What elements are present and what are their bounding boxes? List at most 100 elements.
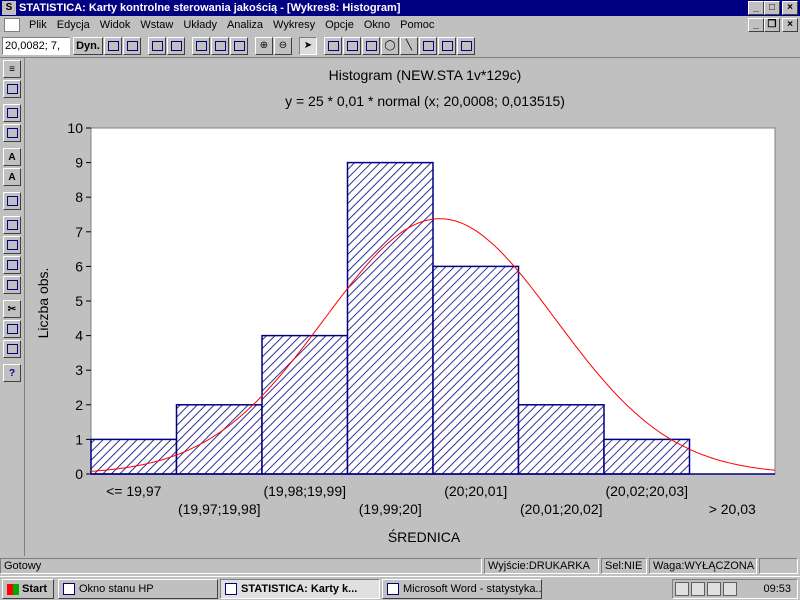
pointer-arrow-icon[interactable]: ➤: [299, 36, 317, 55]
x-tick-label: (20,01;20,02]: [520, 501, 603, 517]
dyn-button[interactable]: Dyn.: [73, 36, 103, 55]
y-axis-label: Liczba obs.: [35, 268, 51, 339]
line-tool-icon[interactable]: ╲: [400, 36, 418, 55]
status-extra: [759, 558, 798, 574]
graph-window-icon[interactable]: [123, 36, 141, 55]
task-statistica[interactable]: STATISTICA: Karty k...: [220, 579, 380, 599]
menu-plik[interactable]: Plik: [24, 17, 52, 33]
graph-properties-icon[interactable]: [3, 192, 21, 210]
object-back-icon[interactable]: [3, 124, 21, 142]
menu-pomoc[interactable]: Pomoc: [395, 17, 439, 33]
statistica-task-icon: [225, 583, 237, 595]
y-tick-label: 10: [67, 120, 83, 136]
histogram-bar[interactable]: [603, 438, 691, 475]
ellipse-icon[interactable]: ◯: [381, 36, 399, 55]
x-axis-label: ŚREDNICA: [388, 528, 461, 545]
doc-close-button[interactable]: ×: [782, 18, 798, 32]
doc-restore-button[interactable]: ❐: [764, 18, 780, 32]
lock-icon[interactable]: [457, 36, 475, 55]
menu-okno[interactable]: Okno: [359, 17, 395, 33]
cut-icon[interactable]: ✂: [3, 300, 21, 318]
object-front-icon[interactable]: [3, 104, 21, 122]
task-label: Okno stanu HP: [79, 583, 154, 595]
bar-chart-icon[interactable]: [324, 36, 342, 55]
chart-title: Histogram (NEW.STA 1v*129c): [329, 67, 522, 83]
menu-edycja[interactable]: Edycja: [52, 17, 95, 33]
menu-analiza[interactable]: Analiza: [222, 17, 268, 33]
toolbar: 20,0082; 7, Dyn. ⊕ ⊖ ➤ ◯ ╲: [0, 34, 800, 58]
copy-icon[interactable]: [3, 320, 21, 338]
freehand-icon[interactable]: [419, 36, 437, 55]
print-preview-icon[interactable]: [3, 276, 21, 294]
grid-icon[interactable]: [230, 36, 248, 55]
left-toolbar: ≡ A A ✂ ?: [0, 58, 25, 556]
title-bar: S STATISTICA: Karty kontrolne sterowania…: [0, 0, 800, 16]
histogram-bar[interactable]: [432, 265, 520, 475]
document-icon[interactable]: [4, 18, 20, 32]
task-label: STATISTICA: Karty k...: [241, 583, 358, 595]
maximize-button[interactable]: □: [764, 1, 780, 15]
y-tick-label: 4: [75, 328, 83, 344]
windows-logo-icon: [7, 583, 19, 595]
window-title: STATISTICA: Karty kontrolne sterowania j…: [19, 2, 401, 14]
zoom-in-icon[interactable]: ⊕: [255, 36, 273, 55]
edit-text-icon[interactable]: [343, 36, 361, 55]
x-tick-label: (19,97;19,98]: [178, 501, 261, 517]
x-tick-label: <= 19,97: [106, 483, 161, 499]
task-okno-stanu-hp[interactable]: Okno stanu HP: [58, 579, 218, 599]
menu-opcje[interactable]: Opcje: [320, 17, 359, 33]
statistica-app-icon[interactable]: S: [2, 1, 16, 15]
tray-printer-icon[interactable]: [675, 582, 689, 596]
tray-network-icon[interactable]: [691, 582, 705, 596]
histogram-bar[interactable]: [175, 404, 263, 475]
y-tick-label: 2: [75, 397, 83, 413]
y-tick-label: 0: [75, 466, 83, 482]
doc-minimize-button[interactable]: _: [748, 18, 764, 32]
select-region-icon[interactable]: [192, 36, 210, 55]
clock: 09:53: [763, 583, 791, 595]
y-tick-label: 9: [75, 155, 83, 171]
word-task-icon: [387, 583, 399, 595]
y-tick-label: 5: [75, 293, 83, 309]
x-tick-label: (20,02;20,03]: [605, 483, 688, 499]
task-microsoft-word[interactable]: Microsoft Word - statystyka...: [382, 579, 542, 599]
graph-layout-icon[interactable]: [104, 36, 122, 55]
font-increase-icon[interactable]: A: [3, 148, 21, 166]
start-button[interactable]: Start: [2, 579, 54, 599]
lines-icon[interactable]: ≡: [3, 60, 21, 78]
zoom-out-icon[interactable]: ⊖: [274, 36, 292, 55]
x-tick-label: > 20,03: [709, 501, 756, 517]
tray-volume-icon[interactable]: [723, 582, 737, 596]
menu-wykresy[interactable]: Wykresy: [268, 17, 320, 33]
rectangle-icon[interactable]: [362, 36, 380, 55]
spreadsheet-icon[interactable]: [148, 36, 166, 55]
chart-subtitle: y = 25 * 0,01 * normal (x; 20,0008; 0,01…: [285, 93, 565, 109]
menu-wstaw[interactable]: Wstaw: [135, 17, 178, 33]
zoom-browse-icon[interactable]: [167, 36, 185, 55]
status-selection: Sel:NIE: [601, 558, 647, 574]
help-icon[interactable]: ?: [3, 364, 21, 382]
brush-icon[interactable]: [438, 36, 456, 55]
y-tick-label: 6: [75, 258, 83, 274]
close-button[interactable]: ×: [782, 1, 798, 15]
save-icon[interactable]: [3, 236, 21, 254]
minimize-button[interactable]: _: [748, 1, 764, 15]
print-icon[interactable]: [3, 256, 21, 274]
menu-uklady[interactable]: Układy: [178, 17, 222, 33]
font-decrease-icon[interactable]: A: [3, 168, 21, 186]
graph-window[interactable]: Histogram (NEW.STA 1v*129c) y = 25 * 0,0…: [26, 58, 800, 556]
histogram-bar[interactable]: [90, 438, 178, 475]
y-tick-label: 1: [75, 431, 83, 447]
tray-app-icon[interactable]: [707, 582, 721, 596]
histogram-bar[interactable]: [346, 161, 434, 475]
histogram-bar[interactable]: [261, 334, 349, 475]
crosshair-icon[interactable]: [211, 36, 229, 55]
x-tick-label: (20;20,01]: [444, 483, 507, 499]
menu-widok[interactable]: Widok: [95, 17, 136, 33]
paste-icon[interactable]: [3, 340, 21, 358]
x-tick-label: (19,98;19,99]: [263, 483, 346, 499]
histogram-bar[interactable]: [517, 404, 605, 475]
open-icon[interactable]: [3, 216, 21, 234]
menu-bar: Plik Edycja Widok Wstaw Układy Analiza W…: [0, 16, 800, 34]
palette-icon[interactable]: [3, 80, 21, 98]
